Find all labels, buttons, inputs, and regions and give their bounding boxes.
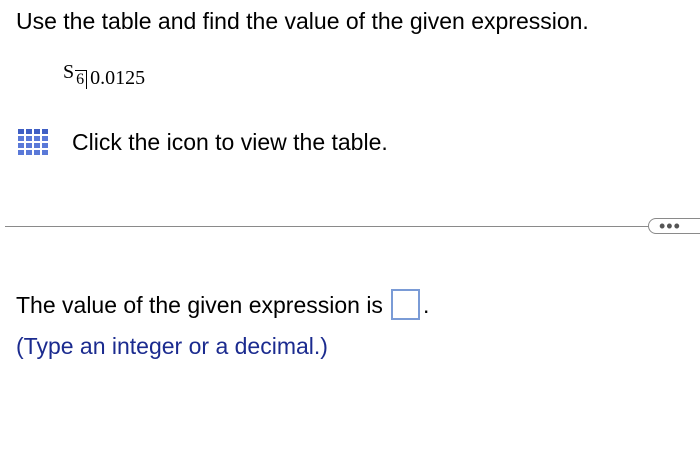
math-expression: S 6 0.0125 [63, 60, 145, 94]
table-icon[interactable] [18, 129, 48, 155]
answer-line: The value of the given expression is . [16, 289, 429, 320]
ellipsis-icon: ••• [659, 216, 681, 236]
answer-input[interactable] [390, 289, 420, 320]
question-text: Use the table and find the value of the … [16, 8, 589, 34]
answer-prompt: The value of the given expression is [16, 291, 383, 318]
answer-hint: (Type an integer or a decimal.) [16, 333, 328, 359]
period-count: 6 [75, 70, 88, 89]
view-table-label[interactable]: Click the icon to view the table. [72, 127, 388, 157]
section-divider [5, 226, 660, 227]
interest-rate: 0.0125 [90, 67, 146, 89]
view-table-link[interactable]: Click the icon to view the table. [18, 126, 388, 158]
annuity-symbol: S [63, 61, 75, 83]
answer-period: . [422, 291, 430, 318]
more-options-button[interactable]: ••• [648, 216, 700, 236]
